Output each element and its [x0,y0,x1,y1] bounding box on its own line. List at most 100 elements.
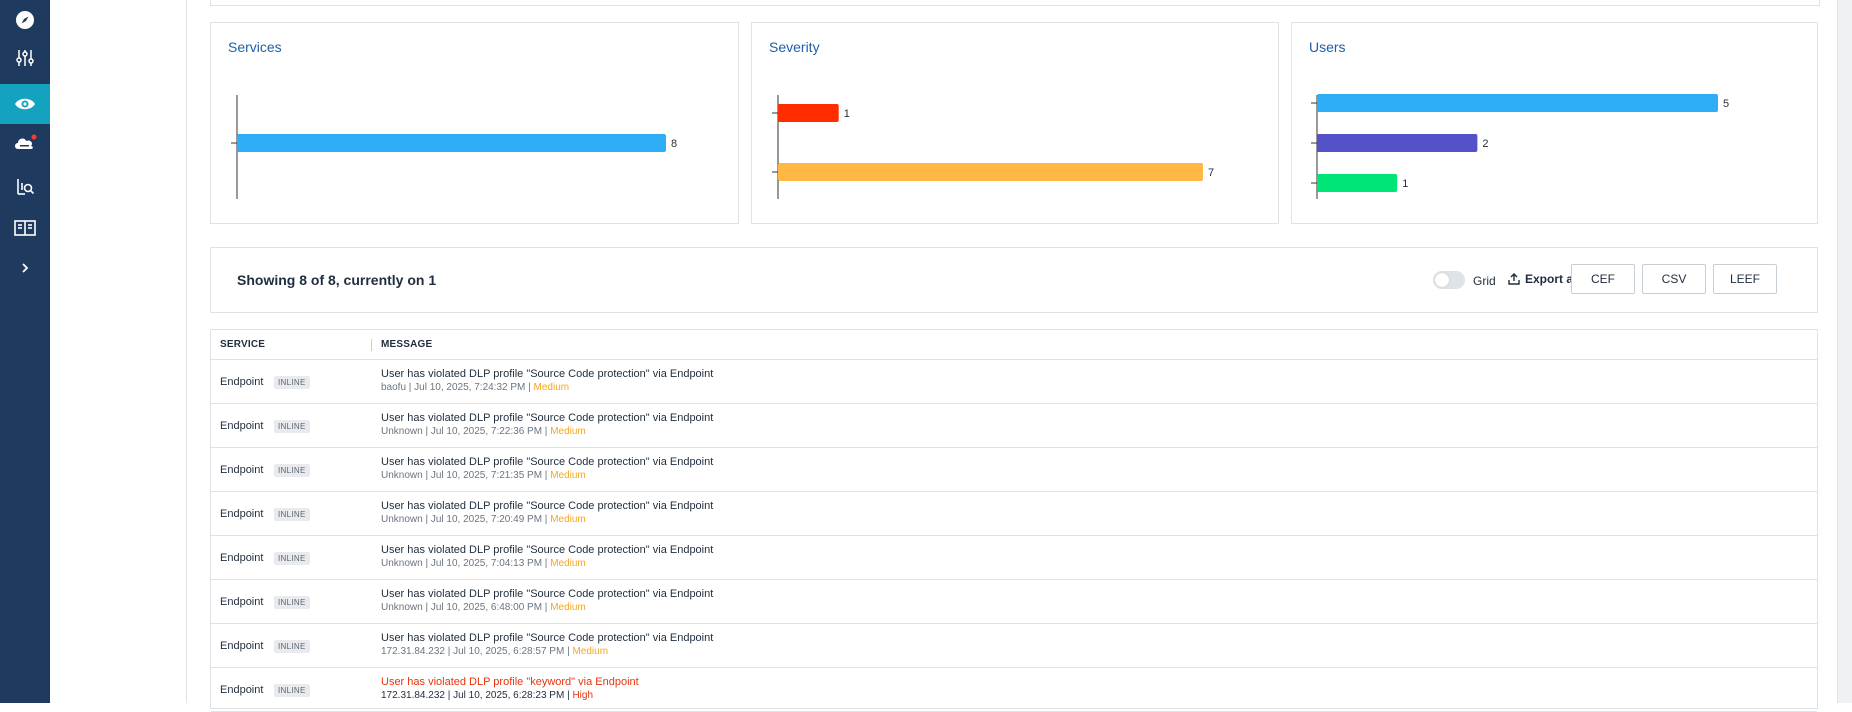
book-icon [14,220,36,236]
export-cef-button[interactable]: CEF [1571,264,1635,294]
compass-icon [16,11,34,29]
grid-label: Grid [1473,274,1496,288]
row-meta: Unknown | Jul 10, 2025, 7:21:35 PM | Med… [381,470,586,481]
row-meta-text: Unknown | Jul 10, 2025, 7:04:13 PM | [381,558,551,569]
services-chart: 8 [231,95,677,199]
bar-value-label: 1 [1402,178,1408,190]
row-service: Endpoint [220,464,264,476]
row-meta: baofu | Jul 10, 2025, 7:24:32 PM | Mediu… [381,382,569,393]
nav-item-sliders[interactable] [0,38,50,78]
nav-item-compass[interactable] [0,0,50,40]
table-row[interactable]: Endpoint INLINE User has violated DLP prof… [211,624,1817,668]
chart-bar[interactable] [1317,94,1718,112]
inline-tag: INLINE [274,684,310,697]
secondary-panel [50,0,187,703]
main-content: Services 8 Severity 17 Users 521 Showing… [187,0,1852,712]
row-meta: 172.31.84.232 | Jul 10, 2025, 6:28:23 PM… [381,690,593,701]
bar-value-label: 5 [1723,98,1729,110]
events-table: SERVICE MESSAGE Endpoint INLINE User has v… [210,329,1818,712]
severity-label: Medium [550,514,586,525]
inline-tag: INLINE [274,464,310,477]
table-header: SERVICE MESSAGE [211,330,1817,360]
row-service: Endpoint [220,552,264,564]
sliders-icon [16,50,34,66]
row-meta-text: Unknown | Jul 10, 2025, 6:48:00 PM | [381,602,551,613]
row-message[interactable]: User has violated DLP profile "Source Co… [381,456,713,468]
page-scrollbar[interactable] [1837,0,1852,703]
column-header-message[interactable]: MESSAGE [381,339,432,350]
users-chart: 5 2 1 [1311,94,1729,199]
nav-item-analytics[interactable] [0,167,50,207]
row-meta-text: 172.31.84.232 | Jul 10, 2025, 6:28:57 PM… [381,646,573,657]
row-service: Endpoint [220,376,264,388]
severity-chart: 17 [772,95,1214,199]
row-meta-text: Unknown | Jul 10, 2025, 7:22:36 PM | [381,426,551,437]
top-panel-edge [210,0,1820,6]
upload-icon [1508,273,1520,285]
table-row[interactable]: Endpoint INLINE User has violated DLP prof… [211,360,1817,404]
nav-item-cloud[interactable] [0,124,50,164]
nav-item-eye[interactable] [0,84,50,124]
chart-bar[interactable] [778,163,1203,181]
nav-expand[interactable] [0,248,50,288]
table-row[interactable]: Endpoint INLINE User has violated DLP prof… [211,580,1817,624]
inline-tag: INLINE [274,376,310,389]
row-meta: Unknown | Jul 10, 2025, 7:22:36 PM | Med… [381,426,586,437]
table-row[interactable]: Endpoint INLINE User has violated DLP prof… [211,448,1817,492]
table-row[interactable]: Endpoint INLINE User has violated DLP prof… [211,536,1817,580]
column-header-service[interactable]: SERVICE [220,339,265,350]
table-row[interactable]: Endpoint INLINE User has violated DLP prof… [211,668,1817,712]
chart-bar[interactable] [1317,134,1478,152]
left-nav [0,0,50,703]
row-meta: Unknown | Jul 10, 2025, 7:20:49 PM | Med… [381,514,586,525]
row-message[interactable]: User has violated DLP profile "Source Co… [381,588,713,600]
chart-bar[interactable] [1317,174,1398,192]
chart-bar[interactable] [778,104,839,122]
row-service: Endpoint [220,596,264,608]
row-meta: Unknown | Jul 10, 2025, 7:04:13 PM | Med… [381,558,586,569]
severity-label: Medium [550,470,586,481]
row-meta-text: Unknown | Jul 10, 2025, 7:21:35 PM | [381,470,551,481]
row-message[interactable]: User has violated DLP profile "Source Co… [381,368,713,380]
row-meta-text: baofu | Jul 10, 2025, 7:24:32 PM | [381,382,534,393]
row-message[interactable]: User has violated DLP profile "Source Co… [381,632,713,644]
row-service: Endpoint [220,420,264,432]
table-row[interactable]: Endpoint INLINE User has violated DLP prof… [211,404,1817,448]
row-meta: 172.31.84.232 | Jul 10, 2025, 6:28:57 PM… [381,646,608,657]
row-message[interactable]: User has violated DLP profile "Source Co… [381,412,713,424]
inline-tag: INLINE [274,420,310,433]
severity-card: Severity 17 [751,22,1279,224]
column-divider [371,339,372,351]
table-row[interactable]: Endpoint INLINE User has violated DLP prof… [211,492,1817,536]
toggle-knob [1435,273,1449,287]
row-service: Endpoint [220,640,264,652]
severity-label: Medium [572,646,609,657]
row-meta-text: 172.31.84.232 | Jul 10, 2025, 6:28:23 PM… [381,690,573,701]
inline-tag: INLINE [274,640,310,653]
eye-icon [15,98,35,110]
cloud-alert-icon [15,134,37,149]
row-message[interactable]: User has violated DLP profile "keyword" … [381,676,639,688]
bar-value-label: 8 [671,138,677,150]
export-csv-button[interactable]: CSV [1642,264,1706,294]
severity-label: Medium [533,382,570,393]
inline-tag: INLINE [274,552,310,565]
grid-toggle[interactable] [1433,271,1465,289]
export-as[interactable]: Export as [1508,272,1580,286]
row-message[interactable]: User has violated DLP profile "Source Co… [381,544,713,556]
services-card: Services 8 [210,22,739,224]
severity-label: Medium [550,558,586,569]
severity-label: Medium [550,602,586,613]
severity-label: Medium [550,426,586,437]
export-leef-button[interactable]: LEEF [1713,264,1777,294]
nav-item-book[interactable] [0,208,50,248]
row-service: Endpoint [220,508,264,520]
users-card: Users 521 [1291,22,1818,224]
row-message[interactable]: User has violated DLP profile "Source Co… [381,500,713,512]
row-meta: Unknown | Jul 10, 2025, 6:48:00 PM | Med… [381,602,586,613]
bar-value-label: 2 [1482,138,1488,150]
inline-tag: INLINE [274,508,310,521]
chevron-right-icon [22,263,29,273]
chart-bar[interactable] [237,134,666,152]
inline-tag: INLINE [274,596,310,609]
